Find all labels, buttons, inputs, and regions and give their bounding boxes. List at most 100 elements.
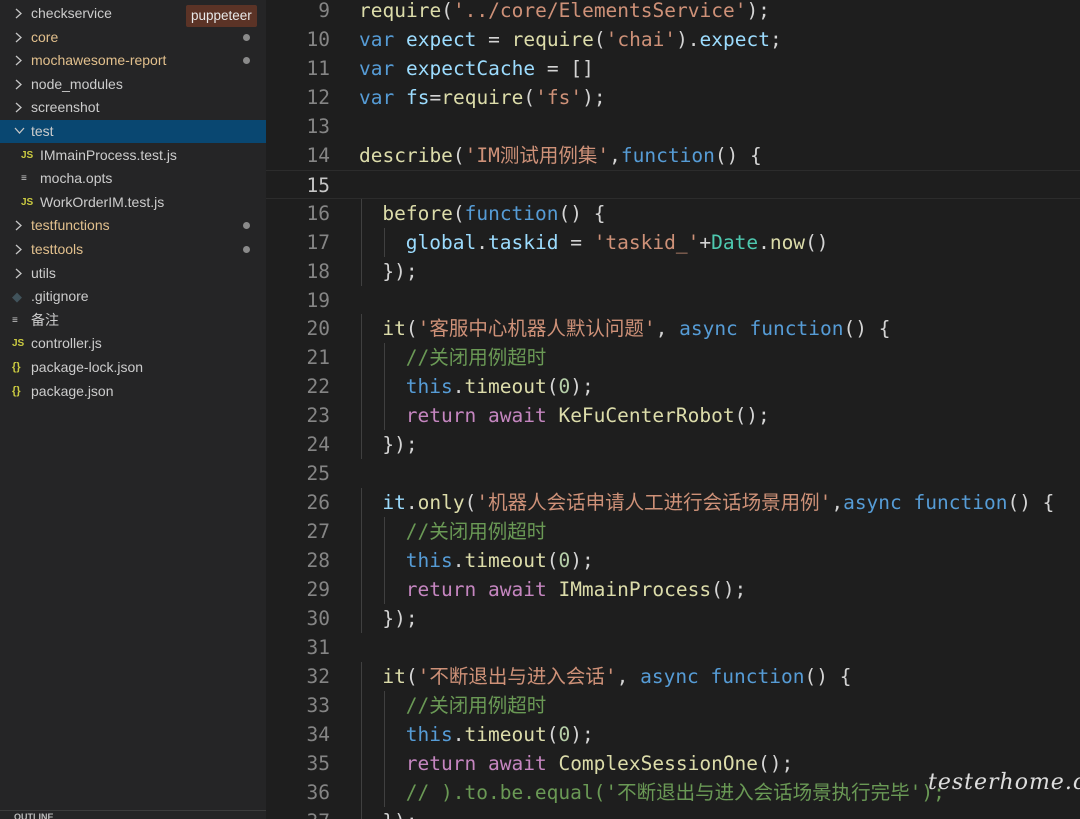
code-line[interactable]: 28 this.timeout(0); [266, 546, 1080, 576]
code-token: this [405, 375, 453, 399]
line-number: 33 [306, 693, 330, 717]
code-line[interactable]: 27 //关闭用例超时 [266, 517, 1080, 547]
code-token: await [488, 751, 547, 775]
code-editor[interactable]: 9 require('../core/ElementsService'); 10 va… [266, 0, 1080, 819]
code-token: (); [758, 751, 794, 775]
code-line[interactable]: 31 [266, 633, 1080, 662]
chevron-down-icon[interactable] [14, 120, 26, 143]
code-line[interactable]: 33 //关闭用例超时 [266, 690, 1080, 720]
code-token: async [843, 491, 902, 515]
code-line[interactable]: 21 //关闭用例超时 [266, 343, 1080, 373]
folder-testtools[interactable]: testtools [0, 238, 266, 261]
code-token: ( [441, 0, 453, 22]
file-gitignore[interactable]: ◆ .gitignore [0, 285, 266, 308]
line-number: 17 [306, 230, 330, 254]
code-line[interactable]: 14 describe('IM测试用例集',function() { [266, 141, 1080, 170]
code-line[interactable]: 11 var expectCache = [] [266, 54, 1080, 83]
code-token: ( [464, 491, 477, 515]
code-line[interactable]: 24}); [266, 430, 1080, 460]
indent-guide [384, 777, 386, 807]
code-line[interactable]: 19 [266, 286, 1080, 315]
code-line[interactable]: 9 require('../core/ElementsService'); [266, 0, 1080, 25]
indent-guide [361, 690, 362, 720]
line-number: 22 [306, 375, 330, 399]
indent-guide [361, 748, 362, 778]
code-line[interactable]: 10 var expect = require('chai').expect; [266, 25, 1080, 54]
code-line[interactable]: 29 return await IMmainProcess(); [266, 575, 1080, 604]
json-file-icon: {} [12, 361, 21, 373]
chevron-right-icon[interactable] [14, 214, 26, 237]
file-package-lock-json[interactable]: {} package-lock.json [0, 356, 266, 379]
chevron-right-icon[interactable] [14, 26, 26, 49]
indent-guide [384, 517, 386, 547]
code-line[interactable]: 12 var fs=require('fs'); [266, 83, 1080, 112]
chevron-right-icon[interactable] [14, 262, 26, 285]
chevron-right-icon[interactable] [14, 2, 26, 25]
code-token: var [359, 85, 395, 109]
code-token: it [382, 491, 406, 515]
file-immainprocess-test-js[interactable]: JS IMmainProcess.test.js [0, 144, 266, 167]
chevron-right-icon[interactable] [14, 238, 26, 261]
code-line[interactable]: 13 [266, 112, 1080, 141]
indent-guide [384, 343, 386, 373]
json-file-icon: {} [12, 384, 21, 397]
chevron-right-icon[interactable] [14, 96, 26, 119]
code-line[interactable]: 17 global.taskid = 'taskid_'+Date.now() [266, 227, 1080, 257]
code-text: global.taskid = 'taskid_'+Date.now() [406, 228, 829, 257]
code-line[interactable]: 25 [266, 459, 1080, 488]
indent-guide [361, 603, 362, 633]
folder-test[interactable]: test [0, 120, 266, 143]
file-item-13[interactable]: ≡ 备注 [0, 309, 266, 332]
folder-core[interactable]: core [0, 26, 266, 49]
code-token: require [359, 0, 442, 22]
code-line[interactable]: 22 this.timeout(0); [266, 372, 1080, 402]
code-token: () { [1007, 491, 1055, 515]
code-line[interactable]: 20 it('客服中心机器人默认问题', async function() { [266, 314, 1080, 344]
file-mocha-opts[interactable]: ≡ mocha.opts [0, 167, 266, 190]
chevron-right-icon[interactable] [14, 49, 26, 72]
code-line[interactable]: 30}); [266, 603, 1080, 633]
code-line[interactable]: 32 it('不断退出与进入会话', async function() { [266, 661, 1080, 691]
code-token: 0 [558, 549, 571, 573]
code-text: var expectCache = [] [359, 54, 594, 83]
code-token: var [359, 27, 395, 51]
code-text: }); [382, 430, 417, 459]
outline-section-header[interactable]: OUTLINE [0, 810, 266, 819]
tree-item-label: package.json [31, 382, 114, 399]
folder-testfunctions[interactable]: testfunctions [0, 214, 266, 237]
chevron-right-icon[interactable] [14, 73, 26, 96]
code-token: it [382, 664, 406, 688]
file-package-json[interactable]: {} package.json [0, 380, 266, 403]
code-text: require('../core/ElementsService'); [359, 0, 770, 25]
code-token: ( [405, 317, 418, 341]
indent-guide [361, 314, 362, 344]
file-controller-js[interactable]: JS controller.js [0, 332, 266, 355]
code-line[interactable]: 16 before(function() { [266, 198, 1080, 228]
code-token: //关闭用例超时 [405, 520, 547, 544]
code-token: . [405, 491, 418, 515]
code-line[interactable]: 26 it.only('机器人会话申请人工进行会话场景用例',async func… [266, 488, 1080, 518]
folder-utils[interactable]: utils [0, 262, 266, 285]
code-token: ( [546, 375, 559, 399]
code-token: Date [711, 230, 759, 254]
folder-mochawesome-report[interactable]: mochawesome-report [0, 49, 266, 72]
code-line[interactable]: 15 [266, 169, 1080, 199]
code-line[interactable]: 18}); [266, 256, 1080, 286]
code-line[interactable]: 37}); [266, 806, 1080, 819]
code-token: , [831, 491, 844, 515]
folder-screenshot[interactable]: screenshot [0, 96, 266, 119]
code-line[interactable]: 34 this.timeout(0); [266, 719, 1080, 749]
file-workorderim-test-js[interactable]: JS WorkOrderIM.test.js [0, 191, 266, 214]
code-token: function [749, 317, 844, 341]
code-text: return await KeFuCenterRobot(); [406, 401, 770, 430]
code-text: }); [382, 807, 417, 819]
folder-node-modules[interactable]: node_modules [0, 73, 266, 96]
indent-guide [361, 372, 362, 402]
code-token: ); [570, 375, 594, 399]
line-number: 28 [306, 549, 330, 573]
code-line[interactable]: 23 return await KeFuCenterRobot(); [266, 401, 1080, 431]
